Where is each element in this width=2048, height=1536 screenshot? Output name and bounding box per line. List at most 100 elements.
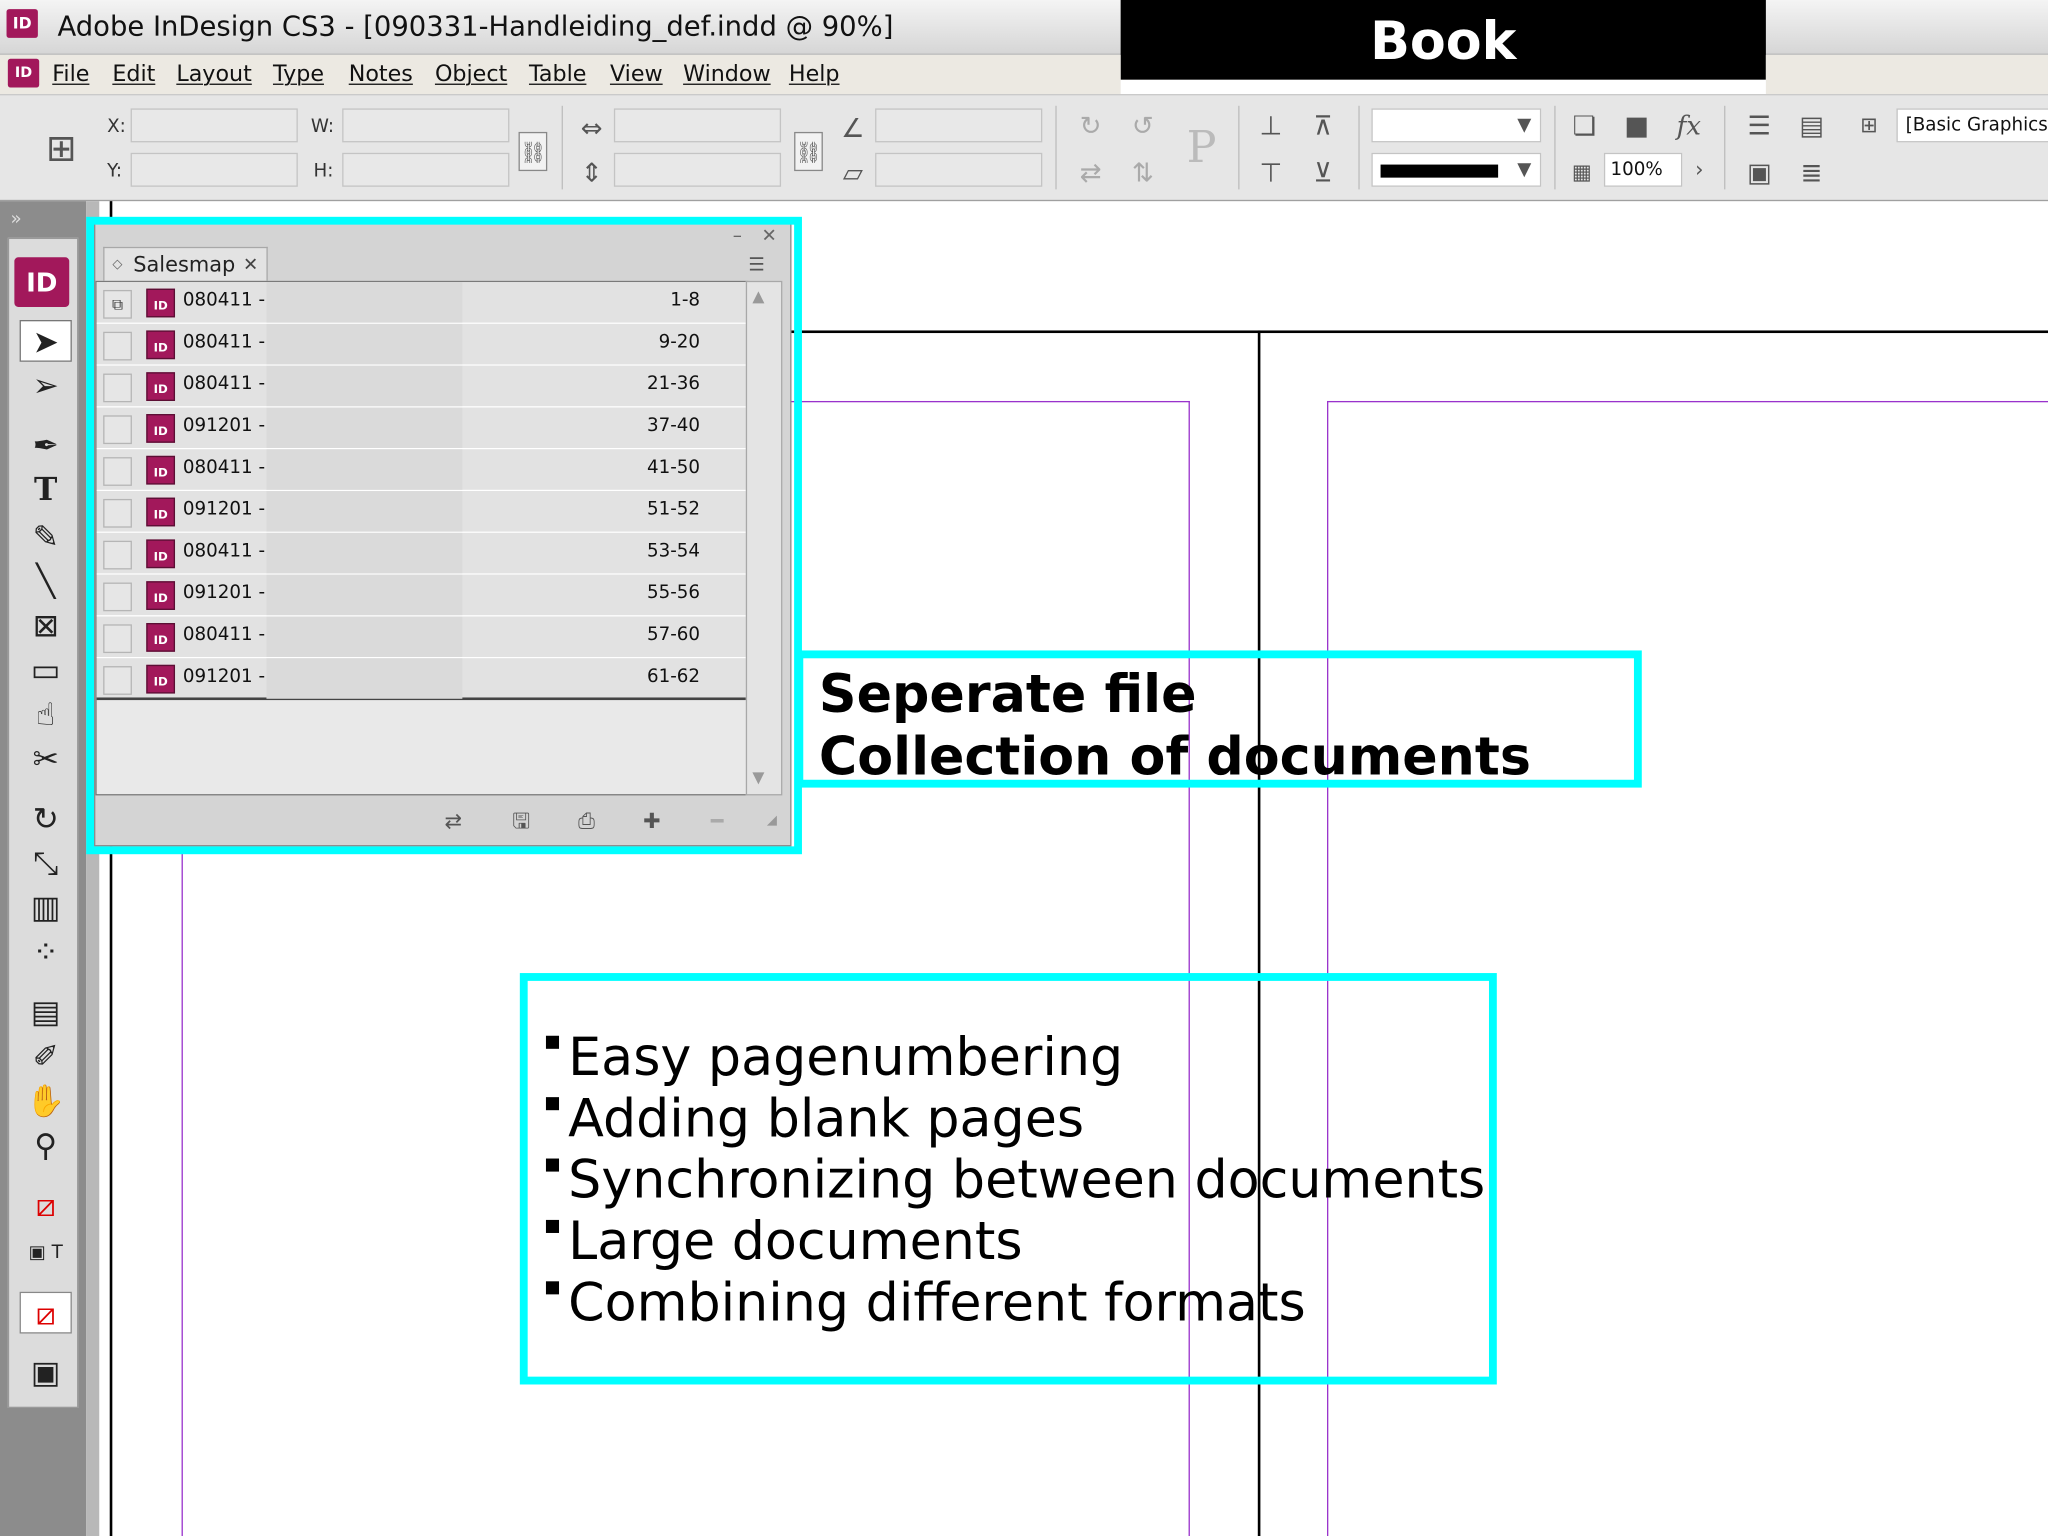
screen: ID Adobe InDesign CS3 - [090331-Handleid… xyxy=(0,0,2048,1536)
scale-x-icon: ⇔ xyxy=(580,112,603,144)
object-style-value: [Basic Graphics F xyxy=(1905,114,2048,136)
menu-help[interactable]: Help xyxy=(789,61,840,87)
bullet-icon xyxy=(545,1219,560,1233)
menu-notes[interactable]: Notes xyxy=(349,61,413,87)
menu-layout[interactable]: Layout xyxy=(176,61,251,87)
list-item: Combining different formats xyxy=(545,1273,1485,1334)
menu-table[interactable]: Table xyxy=(529,61,586,87)
scale-x-field[interactable] xyxy=(613,108,782,143)
note-tool-icon[interactable]: ▤ xyxy=(20,991,72,1033)
opacity-icon: ▦ xyxy=(1571,159,1592,185)
scale-tool-icon[interactable]: ⤡ xyxy=(20,842,72,884)
shear-angle-icon: ▱ xyxy=(842,156,863,189)
menu-type[interactable]: Type xyxy=(273,61,324,87)
benefit-text: Easy pagenumbering xyxy=(568,1027,1124,1088)
select-content-icon[interactable]: ⊤ xyxy=(1254,155,1288,189)
formatting-container-icon[interactable]: ▣ T xyxy=(20,1232,72,1274)
x-label: X: xyxy=(107,116,126,138)
menu-window[interactable]: Window xyxy=(683,61,771,87)
indesign-menu-icon[interactable]: ID xyxy=(7,58,40,88)
constrain-scale-icon[interactable]: ⛓ xyxy=(794,131,823,172)
menu-file[interactable]: File xyxy=(52,61,89,87)
book-panel-highlight xyxy=(86,216,802,855)
width-field[interactable] xyxy=(342,108,510,143)
scale-y-icon: ⇕ xyxy=(580,156,603,189)
wrap-shape-icon[interactable]: ▣ xyxy=(1742,155,1776,189)
flip-horizontal-icon[interactable]: ⇄ xyxy=(1074,155,1108,189)
rectangle-tool-icon[interactable]: ▭ xyxy=(20,649,72,691)
rotation-field[interactable] xyxy=(875,108,1043,143)
select-container-icon[interactable]: ⊥ xyxy=(1254,108,1288,142)
type-tool-icon[interactable]: T xyxy=(20,469,72,511)
line-tool-icon[interactable]: ╲ xyxy=(20,560,72,602)
x-position-field[interactable] xyxy=(130,108,298,143)
opacity-field[interactable]: 100% xyxy=(1603,152,1683,187)
window-title: Adobe InDesign CS3 - [090331-Handleiding… xyxy=(57,10,894,42)
separator xyxy=(1724,105,1726,190)
reference-point-icon[interactable]: ⊞ xyxy=(39,127,83,171)
shadow-icon[interactable]: ■ xyxy=(1620,108,1654,142)
rectangle-frame-tool-icon[interactable]: ⊠ xyxy=(20,605,72,647)
screen-mode-icon[interactable]: ▣ xyxy=(20,1352,72,1394)
selection-tool-icon[interactable]: ➤ xyxy=(19,319,72,362)
benefit-text: Adding blank pages xyxy=(568,1089,1085,1150)
margin-guide-left xyxy=(181,846,183,1536)
list-item: Large documents xyxy=(545,1212,1485,1273)
list-item: Adding blank pages xyxy=(545,1089,1485,1150)
page-edge-top xyxy=(783,330,2048,334)
free-transform-tool-icon[interactable]: ⁘ xyxy=(20,931,72,973)
constrain-proportions-icon[interactable]: ⛓ xyxy=(518,131,548,172)
benefit-text: Large documents xyxy=(568,1212,1023,1273)
effects-icon[interactable]: fx xyxy=(1672,108,1706,142)
separator xyxy=(1055,105,1057,190)
object-style-icon: ⊞ xyxy=(1860,112,1878,138)
zoom-tool-icon[interactable]: ⚲ xyxy=(20,1125,72,1167)
pen-tool-icon[interactable]: ✒ xyxy=(20,424,72,466)
select-previous-icon[interactable]: ⊼ xyxy=(1306,108,1340,142)
flip-vertical-icon[interactable]: ⇅ xyxy=(1126,155,1160,189)
wrap-bounding-icon[interactable]: ▤ xyxy=(1795,108,1829,142)
definition-callout-text: Seperate file Collection of documents xyxy=(819,664,1531,789)
gradient-tool-icon[interactable]: ▥ xyxy=(20,887,72,929)
hand-tool-icon[interactable]: ✋ xyxy=(20,1080,72,1122)
menu-edit[interactable]: Edit xyxy=(112,61,155,87)
scale-y-field[interactable] xyxy=(613,152,782,187)
menu-view[interactable]: View xyxy=(610,61,663,87)
opacity-value: 100% xyxy=(1610,159,1663,181)
menu-bar-extension xyxy=(1765,54,2048,95)
chevron-down-icon[interactable]: ▼ xyxy=(1507,153,1541,187)
chevron-down-icon[interactable]: ▼ xyxy=(1507,108,1541,142)
wrap-jump-icon[interactable]: ≣ xyxy=(1795,155,1829,189)
eyedropper-tool-icon[interactable]: ✐ xyxy=(20,1036,72,1078)
wrap-none-icon[interactable]: ☰ xyxy=(1742,108,1776,142)
y-label: Y: xyxy=(107,160,123,182)
shear-field[interactable] xyxy=(875,152,1043,187)
y-position-field[interactable] xyxy=(130,152,298,187)
rotate-cw-icon[interactable]: ↻ xyxy=(1074,108,1108,142)
fill-stroke-icon[interactable]: ⧄ xyxy=(20,1185,72,1227)
bullet-icon xyxy=(545,1097,560,1111)
stroke-type-preview xyxy=(1380,164,1499,178)
direct-selection-tool-icon[interactable]: ➢ xyxy=(20,364,72,406)
separator xyxy=(1358,105,1360,190)
height-field[interactable] xyxy=(342,152,510,187)
pencil-tool-icon[interactable]: ✎ xyxy=(20,516,72,558)
slide-title-banner: Book xyxy=(1120,0,1766,80)
scissors-tool-icon[interactable]: ✂ xyxy=(20,738,72,780)
menu-object[interactable]: Object xyxy=(435,61,507,87)
separator xyxy=(1554,105,1556,190)
apply-none-icon[interactable]: ⧄ xyxy=(19,1291,72,1334)
drop-shadow-icon[interactable]: ❏ xyxy=(1567,108,1601,142)
chevron-right-icon[interactable]: › xyxy=(1682,153,1716,187)
button-tool-icon[interactable]: ☝ xyxy=(20,694,72,736)
rotate-ccw-icon[interactable]: ↺ xyxy=(1126,108,1160,142)
collapse-icon[interactable]: » xyxy=(10,209,21,230)
object-style-select[interactable]: [Basic Graphics F xyxy=(1896,108,2048,143)
control-panel: ⊞ X: Y: W: H: ⛓ ⇔ ⇕ ⛓ ∠ ▱ ↻ ↺ ⇄ ⇅ P ⊥ ⊼ … xyxy=(0,94,2048,202)
list-item: Easy pagenumbering xyxy=(545,1027,1485,1089)
benefits-list: Easy pagenumbering Adding blank pages Sy… xyxy=(545,1027,1485,1335)
select-next-icon[interactable]: ⊻ xyxy=(1306,155,1340,189)
h-label: H: xyxy=(313,160,334,182)
indesign-logo-icon: ID xyxy=(14,257,70,307)
rotate-tool-icon[interactable]: ↻ xyxy=(20,798,72,840)
